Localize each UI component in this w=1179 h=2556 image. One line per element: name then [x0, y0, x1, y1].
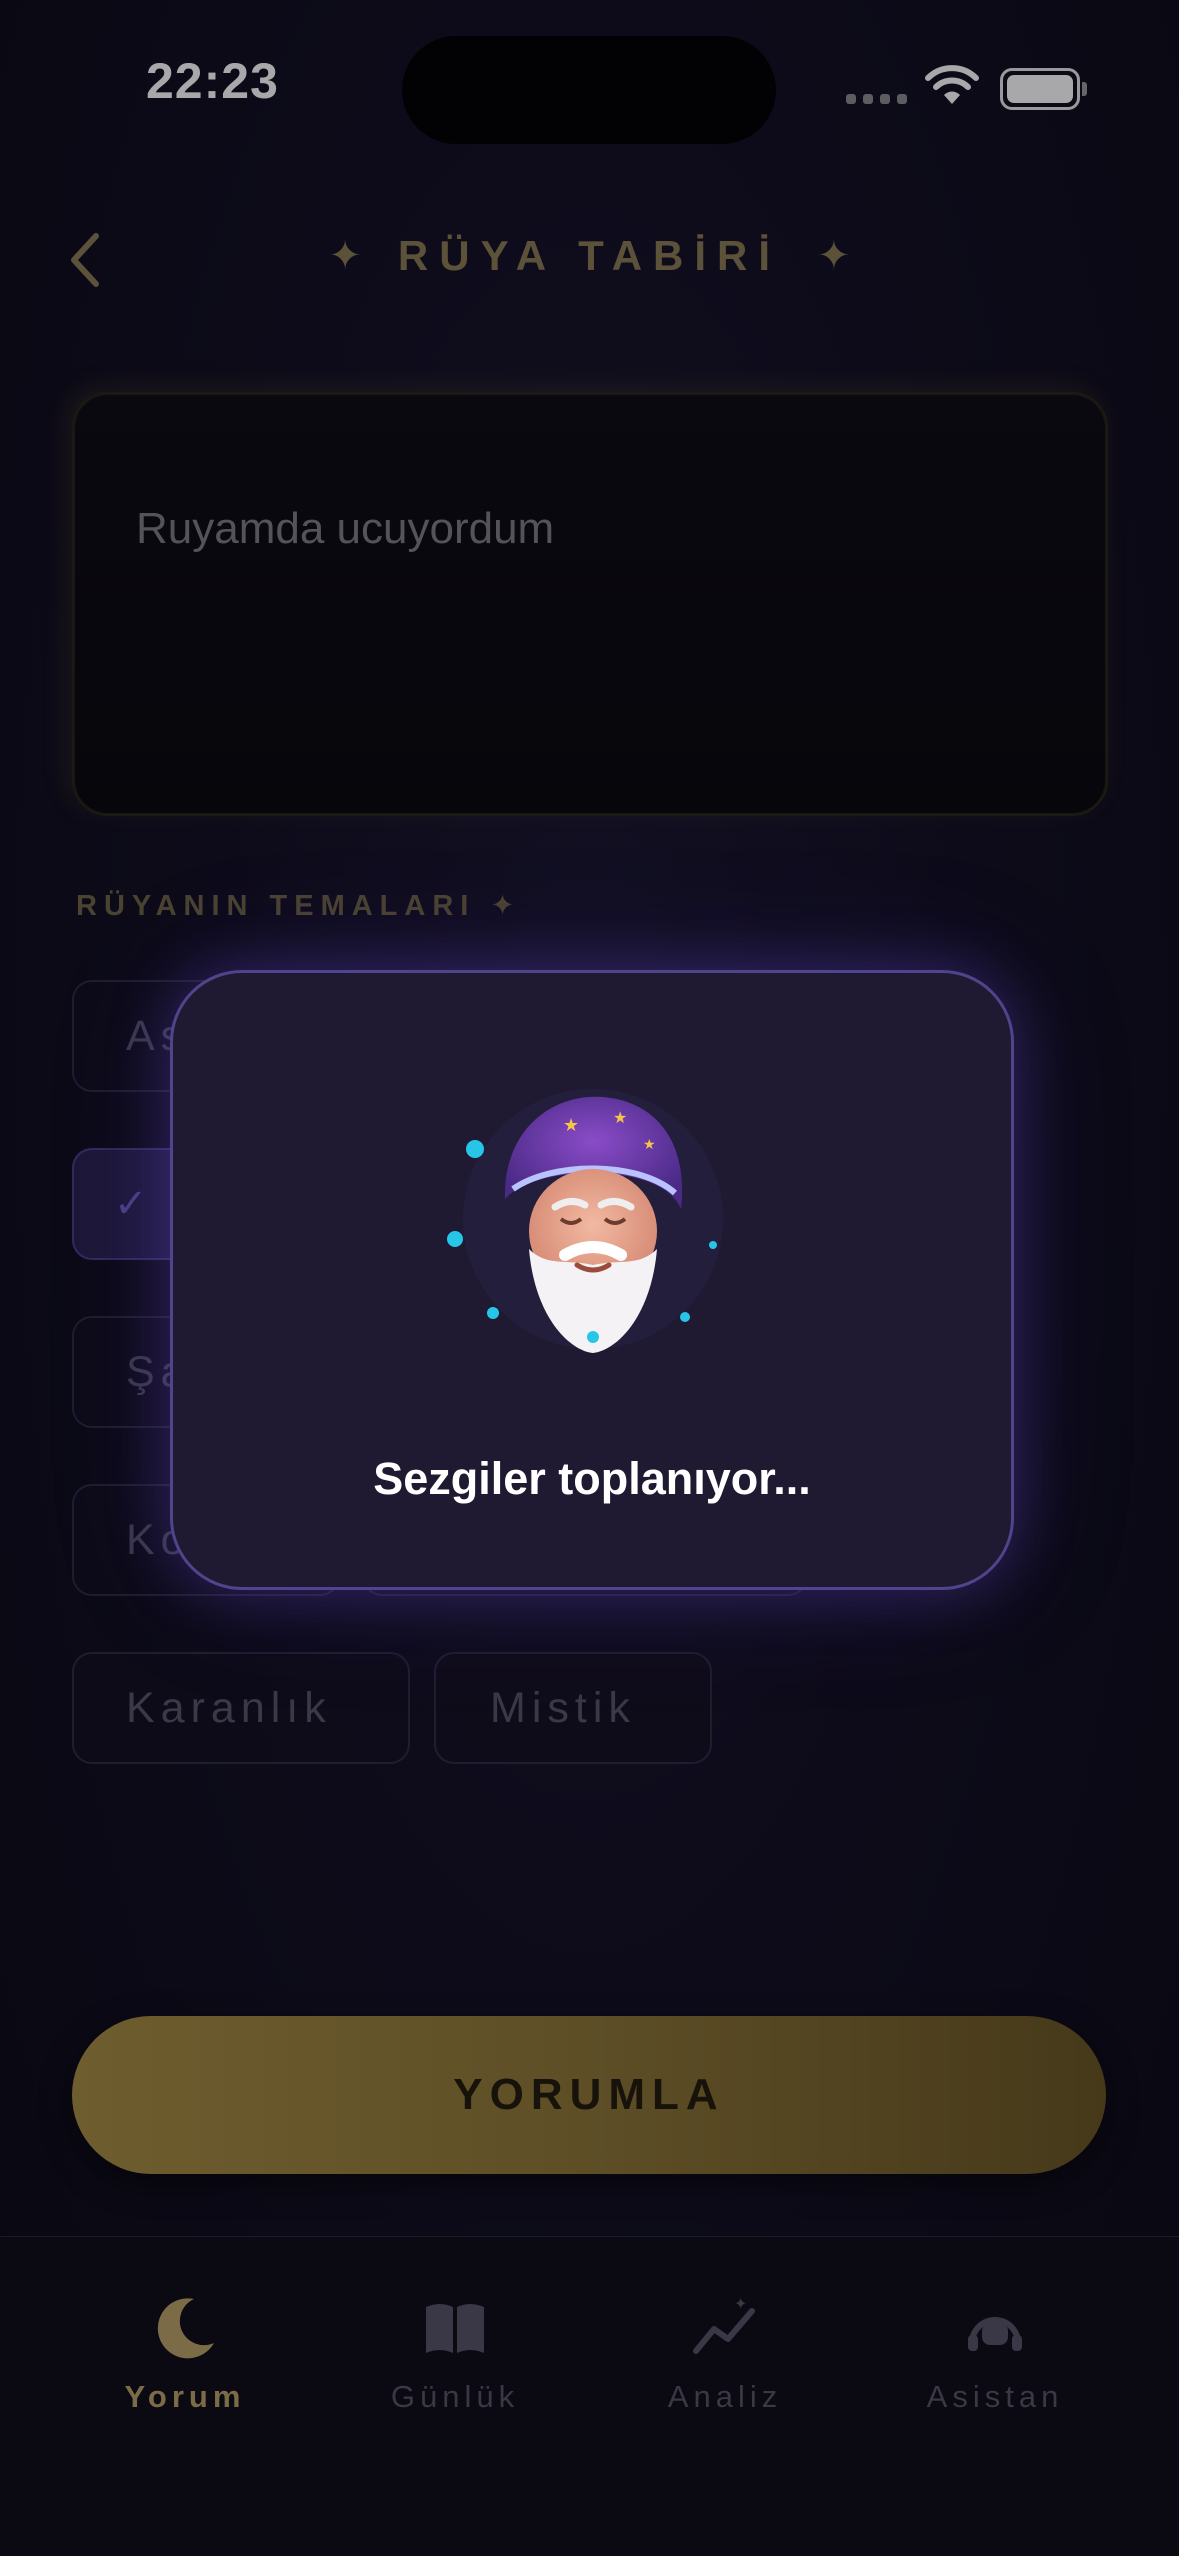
svg-text:★: ★: [643, 1136, 656, 1152]
tab-analiz[interactable]: ✦ Analiz: [610, 2293, 840, 2415]
tab-label: Asistan: [926, 2379, 1064, 2414]
svg-text:★: ★: [563, 1115, 579, 1135]
moon-icon: [157, 2298, 214, 2359]
tab-yorum[interactable]: Yorum: [70, 2293, 300, 2415]
app-screen: 22:23 ✦ RÜYA TABİRİ ✦ Ruyamda ucuyordum …: [0, 0, 1179, 2556]
tab-label: Analiz: [667, 2379, 783, 2414]
tab-asistan[interactable]: Asistan: [880, 2293, 1110, 2415]
tab-label: Yorum: [124, 2379, 246, 2414]
loading-message: Sezgiler toplanıyor...: [373, 1453, 811, 1504]
tab-gunluk[interactable]: Günlük: [340, 2293, 570, 2415]
interpret-button-label: YORUMLA: [453, 2070, 725, 2119]
tab-label: Günlük: [390, 2379, 520, 2414]
wizard-avatar-icon: ★ ★ ★: [447, 1089, 723, 1353]
book-icon: [426, 2304, 484, 2353]
tab-bar: Yorum Günlük ✦ Analiz Asistan: [0, 2236, 1179, 2556]
svg-text:★: ★: [613, 1110, 627, 1127]
chart-icon: ✦: [693, 2296, 755, 2354]
svg-text:✦: ✦: [734, 2296, 747, 2313]
interpret-button[interactable]: YORUMLA: [72, 2016, 1106, 2174]
loading-modal: ★ ★ ★ Sezgiler toplanıyor...: [170, 970, 1014, 1590]
assistant-icon: [968, 2317, 1022, 2351]
